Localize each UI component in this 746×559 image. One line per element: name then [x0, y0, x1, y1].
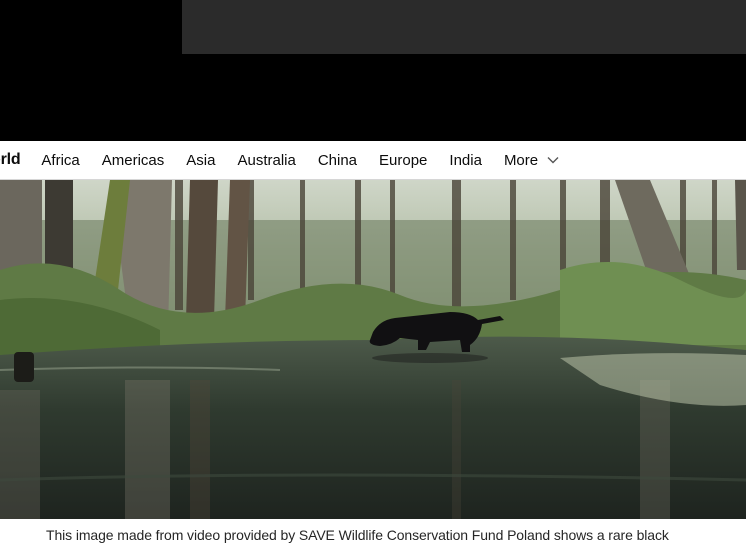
- nav-link-europe[interactable]: Europe: [379, 152, 427, 169]
- chevron-down-icon: [547, 157, 559, 164]
- photo-caption-bar: This image made from video provided by S…: [0, 519, 746, 559]
- nav-link-africa[interactable]: Africa: [41, 152, 79, 169]
- nav-link-americas[interactable]: Americas: [102, 152, 165, 169]
- nav-link-china[interactable]: China: [318, 152, 357, 169]
- section-nav-inner: orld Africa Americas Asia Australia Chin…: [0, 141, 559, 179]
- forest-stream-image: [0, 180, 746, 519]
- photo-caption: This image made from video provided by S…: [46, 527, 669, 543]
- more-menu-button[interactable]: More: [504, 152, 559, 169]
- more-label: More: [503, 151, 539, 169]
- ad-slot: [182, 0, 746, 54]
- section-title[interactable]: orld: [0, 151, 21, 169]
- nav-link-asia[interactable]: Asia: [186, 152, 215, 169]
- nav-link-india[interactable]: India: [449, 152, 482, 169]
- top-banner: [0, 0, 746, 141]
- section-nav: orld Africa Americas Asia Australia Chin…: [0, 141, 746, 180]
- article-photo: [0, 180, 746, 519]
- nav-link-australia[interactable]: Australia: [237, 152, 295, 169]
